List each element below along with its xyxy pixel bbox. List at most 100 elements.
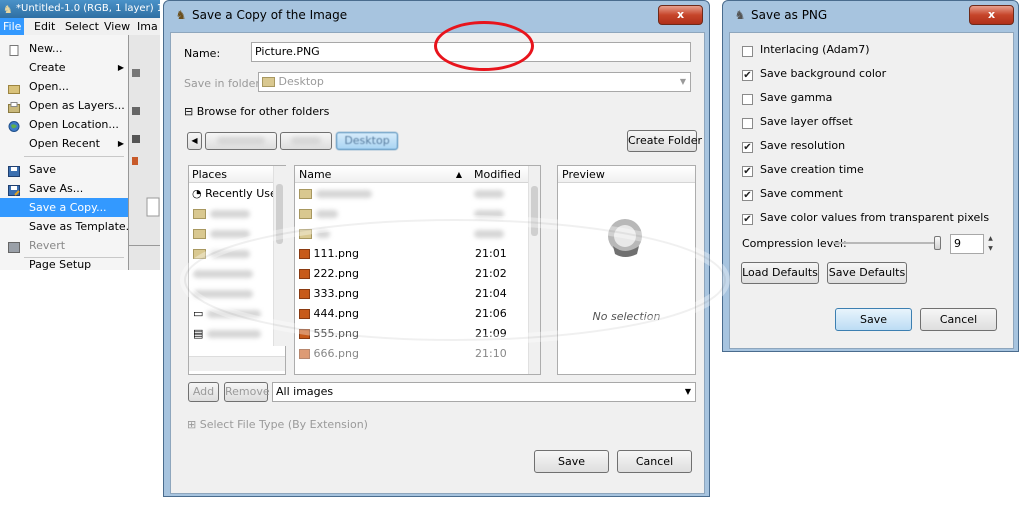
- spin-down-icon[interactable]: ▼: [986, 244, 995, 254]
- file-name: 666.png: [313, 347, 359, 360]
- file-row-folder[interactable]: [299, 204, 524, 224]
- add-place-button[interactable]: Add: [188, 382, 219, 402]
- folder-icon: [193, 249, 206, 259]
- compression-spin-input[interactable]: 9: [950, 234, 984, 254]
- path-button-1[interactable]: [205, 132, 277, 150]
- file-row[interactable]: 444.png 21:06: [299, 304, 524, 324]
- cancel-button[interactable]: Cancel: [920, 308, 997, 331]
- places-item-recently-used[interactable]: ◔ Recently Used: [189, 184, 284, 204]
- menu-view[interactable]: View: [101, 18, 133, 35]
- file-row[interactable]: 111.png 21:01: [299, 244, 524, 264]
- globe-icon: [8, 119, 20, 132]
- places-item[interactable]: ▤: [189, 324, 261, 344]
- remove-place-button[interactable]: Remove: [224, 382, 270, 402]
- file-list-scrollbar[interactable]: [528, 166, 540, 374]
- checkbox-save-comment[interactable]: ✔: [742, 190, 753, 201]
- gimp-title-bar[interactable]: ♞ *Untitled-1.0 (RGB, 1 layer) 1: [0, 0, 160, 18]
- places-item[interactable]: [189, 204, 250, 224]
- save-as-icon: [8, 183, 20, 196]
- menu-item-open-recent[interactable]: Open Recent ▶: [0, 134, 128, 153]
- save-copy-title-bar[interactable]: ♞ Save a Copy of the Image: [164, 1, 709, 29]
- save-defaults-button[interactable]: Save Defaults: [827, 262, 907, 284]
- file-type-expander[interactable]: ⊞ Select File Type (By Extension): [187, 418, 368, 431]
- blurred-text: [474, 190, 504, 198]
- places-item[interactable]: ▭: [189, 304, 261, 324]
- menu-file[interactable]: File: [0, 18, 25, 35]
- menu-item-open-location[interactable]: Open Location...: [0, 115, 128, 134]
- menu-item-revert[interactable]: Revert: [0, 236, 128, 255]
- compression-slider-track[interactable]: [833, 242, 941, 244]
- menu-edit[interactable]: Edit: [31, 18, 58, 35]
- places-item[interactable]: [189, 284, 253, 304]
- file-row-folder[interactable]: [299, 224, 524, 244]
- checkbox-label: Save background color: [760, 67, 887, 80]
- menu-item-open[interactable]: Open...: [0, 77, 128, 96]
- expand-icon: ⊞: [187, 418, 197, 431]
- path-button-desktop[interactable]: Desktop: [336, 132, 398, 150]
- places-item[interactable]: [189, 264, 253, 284]
- spin-up-icon[interactable]: ▲: [986, 234, 995, 244]
- folder-icon: [193, 229, 206, 239]
- annotation-red-ellipse: [434, 21, 534, 71]
- menu-item-open-as-layers[interactable]: Open as Layers...: [0, 96, 128, 115]
- scrollbar-thumb[interactable]: [531, 186, 538, 236]
- menu-select[interactable]: Select: [62, 18, 102, 35]
- browse-expander[interactable]: ⊟ Browse for other folders: [184, 105, 329, 118]
- path-back-button[interactable]: ◀: [187, 132, 202, 150]
- collapse-icon: ⊟: [184, 105, 194, 118]
- checkbox-save-layer-offset[interactable]: [742, 118, 753, 129]
- file-filter-select[interactable]: All images ▼: [272, 382, 696, 402]
- save-button[interactable]: Save: [835, 308, 912, 331]
- menu-item-page-setup[interactable]: Page Setup: [0, 260, 128, 270]
- browse-label: Browse for other folders: [196, 105, 330, 118]
- menu-image[interactable]: Ima: [134, 18, 160, 35]
- png-file-icon: [299, 269, 310, 279]
- menu-item-save-as-template[interactable]: Save as Template...: [0, 217, 136, 236]
- cancel-button[interactable]: Cancel: [617, 450, 692, 473]
- save-button[interactable]: Save: [534, 450, 609, 473]
- blurred-text: [315, 190, 372, 198]
- compression-slider-thumb[interactable]: [934, 236, 941, 250]
- create-folder-button[interactable]: Create Folder: [627, 130, 702, 152]
- checkbox-save-background-color[interactable]: ✔: [742, 70, 753, 81]
- png-file-icon: [299, 289, 310, 299]
- file-row[interactable]: 333.png 21:04: [299, 284, 524, 304]
- blurred-text: [209, 210, 250, 218]
- file-row[interactable]: 222.png 21:02: [299, 264, 524, 284]
- places-header[interactable]: Places: [189, 166, 274, 183]
- places-item[interactable]: [189, 244, 250, 264]
- file-row[interactable]: 555.png 21:09: [299, 324, 524, 344]
- places-hscrollbar[interactable]: [189, 356, 285, 371]
- menu-item-create[interactable]: Create ▶: [0, 58, 128, 77]
- menu-separator: [24, 156, 124, 157]
- load-defaults-button[interactable]: Load Defaults: [741, 262, 819, 284]
- places-scrollbar[interactable]: [273, 166, 286, 346]
- menu-item-label: New...: [29, 42, 63, 55]
- folder-icon: [299, 189, 312, 199]
- close-button[interactable]: x: [658, 5, 703, 25]
- checkbox-save-creation-time[interactable]: ✔: [742, 166, 753, 177]
- menu-item-save-as[interactable]: Save As...: [0, 179, 128, 198]
- checkbox-save-transparent-color-values[interactable]: ✔: [742, 214, 753, 225]
- file-row[interactable]: 666.png 21:10: [299, 344, 524, 364]
- menu-item-label: Save as Template...: [29, 220, 137, 233]
- chevron-down-icon: ▼: [684, 387, 691, 396]
- blurred-text: [193, 290, 253, 298]
- close-button[interactable]: x: [969, 5, 1014, 25]
- checkbox-save-resolution[interactable]: ✔: [742, 142, 753, 153]
- menu-item-new[interactable]: New...: [0, 39, 128, 58]
- column-header-modified[interactable]: Modified: [470, 166, 528, 183]
- checkbox-interlacing[interactable]: [742, 46, 753, 57]
- places-item[interactable]: [189, 224, 250, 244]
- menu-item-save-a-copy[interactable]: Save a Copy...: [0, 198, 128, 217]
- file-row-folder[interactable]: [299, 184, 524, 204]
- spin-buttons[interactable]: ▲ ▼: [986, 234, 995, 254]
- checkbox-label: Save creation time: [760, 163, 864, 176]
- scrollbar-thumb[interactable]: [276, 184, 283, 244]
- save-in-folder-label: Save in folder:: [184, 77, 264, 90]
- path-button-2[interactable]: [280, 132, 332, 150]
- save-in-folder-select[interactable]: Desktop ▼: [258, 72, 691, 92]
- column-header-name[interactable]: Name ▲: [295, 166, 470, 183]
- checkbox-save-gamma[interactable]: [742, 94, 753, 105]
- menu-item-save[interactable]: Save: [0, 160, 128, 179]
